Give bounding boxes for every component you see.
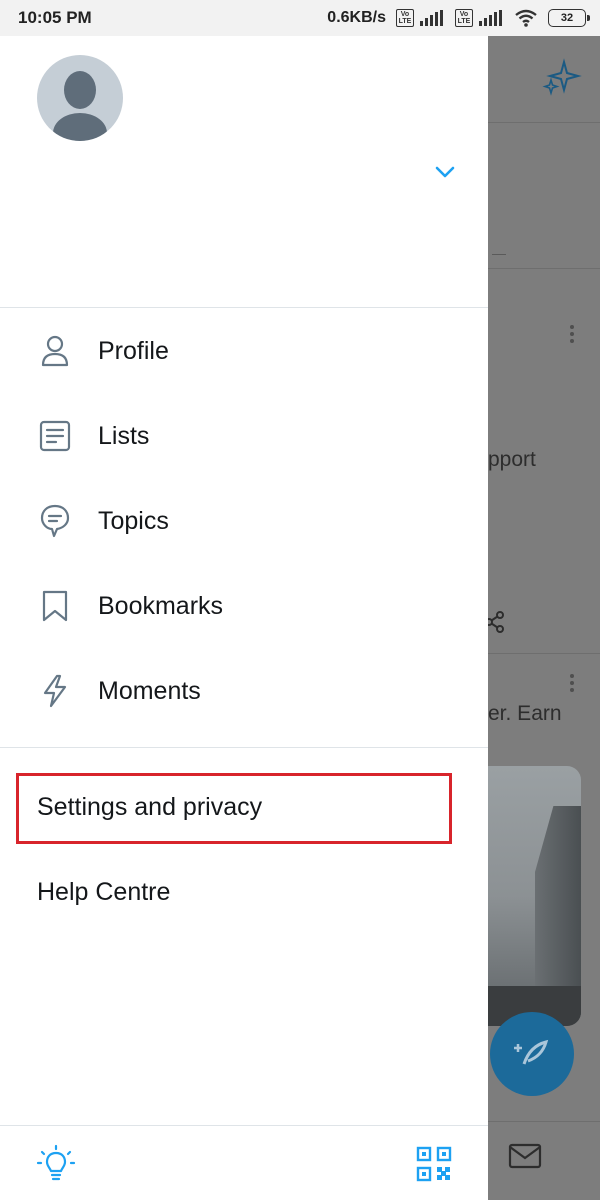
list-icon (38, 419, 72, 453)
menu-item-label: Help Centre (37, 877, 171, 906)
network-speed: 0.6KB/s (327, 9, 386, 26)
divider (0, 747, 488, 748)
status-bar: 10:05 PM 0.6KB/s Vo LTE Vo LTE 32 (0, 0, 600, 36)
menu-item-label: Settings and privacy (37, 792, 263, 821)
volte-icon: Vo LTE (455, 9, 473, 27)
feather-icon (514, 1039, 549, 1065)
wifi-icon (515, 9, 537, 27)
bookmark-icon (38, 589, 72, 623)
compose-tweet-button[interactable] (490, 1012, 574, 1096)
menu-item-label: Bookmarks (98, 591, 224, 620)
menu-item-label: Lists (98, 421, 150, 450)
background-text-fragment: er. Earn (488, 702, 562, 725)
menu-item-topics[interactable]: Topics (0, 481, 488, 561)
share-icon (488, 611, 504, 633)
signal-icon (479, 10, 502, 26)
avatar[interactable] (37, 55, 123, 141)
background-text-fragment: pport (488, 448, 536, 471)
mail-icon[interactable] (508, 1142, 542, 1170)
menu-item-label: Topics (98, 506, 169, 535)
background-app-overlay[interactable]: pport er. Earn (488, 36, 600, 1200)
lightning-icon (38, 674, 72, 708)
menu-item-settings-and-privacy[interactable]: Settings and privacy (0, 767, 488, 847)
qr-code-icon[interactable] (416, 1146, 452, 1182)
divider (0, 1125, 488, 1126)
status-time: 10:05 PM (18, 8, 92, 27)
chevron-down-icon[interactable] (434, 164, 456, 180)
divider (0, 307, 488, 308)
menu-item-bookmarks[interactable]: Bookmarks (0, 566, 488, 646)
menu-item-help-centre[interactable]: Help Centre (0, 852, 488, 932)
volte-icon: Vo LTE (396, 9, 414, 27)
menu-item-label: Profile (98, 336, 169, 365)
person-icon (38, 334, 72, 368)
menu-item-moments[interactable]: Moments (0, 651, 488, 731)
battery-icon: 32 (548, 9, 590, 27)
background-photo (488, 766, 581, 1026)
menu-item-label: Moments (98, 676, 201, 705)
signal-icon (420, 10, 443, 26)
menu-item-lists[interactable]: Lists (0, 396, 488, 476)
sparkle-icon (542, 58, 582, 96)
lightbulb-icon[interactable] (36, 1144, 76, 1184)
status-indicators: 0.6KB/s Vo LTE Vo LTE 32 (327, 9, 590, 27)
menu-item-profile[interactable]: Profile (0, 311, 488, 391)
topics-icon (38, 504, 72, 538)
navigation-drawer: Profile Lists Topics Bookmarks Moments S… (0, 36, 488, 1200)
